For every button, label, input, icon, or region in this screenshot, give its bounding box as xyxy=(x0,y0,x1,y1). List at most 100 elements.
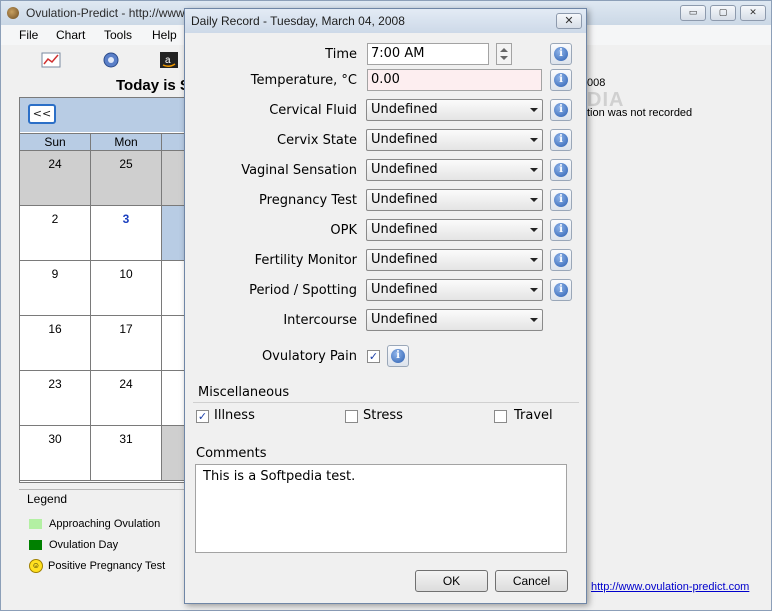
pregnancy-test-label: Pregnancy Test xyxy=(259,193,357,208)
select-value: Undefined xyxy=(371,162,438,177)
calendar-day[interactable]: 25 xyxy=(91,151,162,206)
calendar-day[interactable]: 2 xyxy=(20,206,91,261)
dialog-close-button[interactable]: ✕ xyxy=(556,13,582,29)
ovulatory-pain-info-button[interactable]: i xyxy=(387,345,409,367)
intercourse-label: Intercourse xyxy=(283,313,357,328)
calendar-day[interactable]: 16 xyxy=(20,316,91,371)
calendar-day[interactable]: 10 xyxy=(91,261,162,316)
amazon-icon[interactable]: a xyxy=(159,51,179,69)
select-value: Undefined xyxy=(371,282,438,297)
fertility-monitor-info-button[interactable]: i xyxy=(550,249,572,271)
vaginal-sensation-label: Vaginal Sensation xyxy=(241,163,357,178)
info-icon: i xyxy=(391,349,405,363)
cervical-fluid-label: Cervical Fluid xyxy=(269,103,357,118)
time-spinner[interactable] xyxy=(496,43,512,65)
period-spotting-select[interactable]: Undefined xyxy=(366,279,543,301)
stress-checkbox[interactable] xyxy=(345,410,358,423)
temperature-input[interactable]: 0.00 xyxy=(367,69,542,91)
select-value: Undefined xyxy=(371,192,438,207)
time-info-button[interactable]: i xyxy=(550,43,572,65)
temperature-info-button[interactable]: i xyxy=(550,69,572,91)
cervix-state-select[interactable]: Undefined xyxy=(366,129,543,151)
settings-gear-icon[interactable] xyxy=(101,51,121,69)
calendar-day[interactable]: 9 xyxy=(20,261,91,316)
menu-chart[interactable]: Chart xyxy=(56,28,85,42)
pregnancy-test-info-button[interactable]: i xyxy=(550,189,572,211)
spin-down-icon[interactable] xyxy=(500,56,508,60)
opk-select[interactable]: Undefined xyxy=(366,219,543,241)
legend-label: Approaching Ovulation xyxy=(49,518,161,530)
comments-textarea[interactable]: This is a Softpedia test. xyxy=(195,464,567,553)
main-close-button[interactable]: ✕ xyxy=(740,5,766,21)
menu-tools[interactable]: Tools xyxy=(104,28,132,42)
calendar-day[interactable]: 24 xyxy=(20,151,91,206)
chevron-down-icon xyxy=(530,108,538,112)
cervix-state-info-button[interactable]: i xyxy=(550,129,572,151)
previous-month-button[interactable]: << xyxy=(28,104,56,124)
period-spotting-info-button[interactable]: i xyxy=(550,279,572,301)
info-icon: i xyxy=(554,193,568,207)
legend-label: Positive Pregnancy Test xyxy=(48,559,166,572)
right-panel-date: 008 xyxy=(587,77,606,89)
vaginal-sensation-select[interactable]: Undefined xyxy=(366,159,543,181)
ovulatory-pain-checkbox[interactable]: ✓ xyxy=(367,350,380,363)
select-value: Undefined xyxy=(371,252,438,267)
comments-label: Comments xyxy=(196,446,267,461)
calendar-day[interactable]: 24 xyxy=(91,371,162,426)
fertility-monitor-select[interactable]: Undefined xyxy=(366,249,543,271)
time-label: Time xyxy=(325,47,357,62)
chart-icon[interactable] xyxy=(41,51,61,69)
legend: Legend Approaching Ovulation Ovulation D… xyxy=(19,489,187,597)
info-icon: i xyxy=(554,133,568,147)
pregnancy-test-select[interactable]: Undefined xyxy=(366,189,543,211)
website-link[interactable]: http://www.ovulation-predict.com xyxy=(591,581,749,593)
approaching-ovulation-swatch xyxy=(29,519,42,530)
menu-file[interactable]: File xyxy=(19,28,38,42)
legend-label: Ovulation Day xyxy=(49,539,119,551)
chevron-down-icon xyxy=(530,198,538,202)
cervical-fluid-select[interactable]: Undefined xyxy=(366,99,543,121)
svg-text:a: a xyxy=(165,55,171,66)
select-value: Undefined xyxy=(371,102,438,117)
info-icon: i xyxy=(554,47,568,61)
calendar-weekday-header: Sun Mon xyxy=(20,133,186,151)
minimize-button[interactable]: ▭ xyxy=(680,5,706,21)
calendar-day[interactable]: 17 xyxy=(91,316,162,371)
chevron-down-icon xyxy=(530,318,538,322)
info-icon: i xyxy=(554,73,568,87)
main-window-title: Ovulation-Predict - http://www xyxy=(26,6,184,20)
menu-help[interactable]: Help xyxy=(152,28,177,42)
daily-record-dialog: Daily Record - Tuesday, March 04, 2008 ✕… xyxy=(184,8,587,604)
today-label: Today is S xyxy=(116,77,186,94)
miscellaneous-label: Miscellaneous xyxy=(198,385,290,400)
chevron-down-icon xyxy=(530,288,538,292)
time-input[interactable]: 7:00 AM xyxy=(367,43,489,65)
vaginal-sensation-info-button[interactable]: i xyxy=(550,159,572,181)
select-value: Undefined xyxy=(371,132,438,147)
legend-item-approaching: Approaching Ovulation xyxy=(29,518,160,530)
illness-checkbox[interactable]: ✓ xyxy=(196,410,209,423)
spin-up-icon[interactable] xyxy=(500,48,508,52)
smiley-icon: ☺ xyxy=(29,559,43,573)
right-panel-status: tion was not recorded xyxy=(587,107,693,119)
weekday-sun: Sun xyxy=(20,133,91,151)
calendar-day-today[interactable]: 3 xyxy=(91,206,162,261)
cancel-button[interactable]: Cancel xyxy=(495,570,568,592)
calendar-day[interactable]: 23 xyxy=(20,371,91,426)
travel-checkbox[interactable] xyxy=(494,410,507,423)
legend-item-ovulation-day: Ovulation Day xyxy=(29,539,118,551)
ok-button[interactable]: OK xyxy=(415,570,488,592)
dialog-title: Daily Record - Tuesday, March 04, 2008 xyxy=(191,14,405,28)
chevron-down-icon xyxy=(530,138,538,142)
calendar-day[interactable]: 31 xyxy=(91,426,162,481)
chevron-down-icon xyxy=(530,168,538,172)
opk-info-button[interactable]: i xyxy=(550,219,572,241)
dialog-title-bar: Daily Record - Tuesday, March 04, 2008 ✕ xyxy=(185,9,586,33)
calendar-day[interactable]: 30 xyxy=(20,426,91,481)
intercourse-select[interactable]: Undefined xyxy=(366,309,543,331)
restore-button[interactable]: ▢ xyxy=(710,5,736,21)
cervical-fluid-info-button[interactable]: i xyxy=(550,99,572,121)
legend-title: Legend xyxy=(27,492,68,506)
app-icon xyxy=(7,7,19,19)
info-icon: i xyxy=(554,283,568,297)
